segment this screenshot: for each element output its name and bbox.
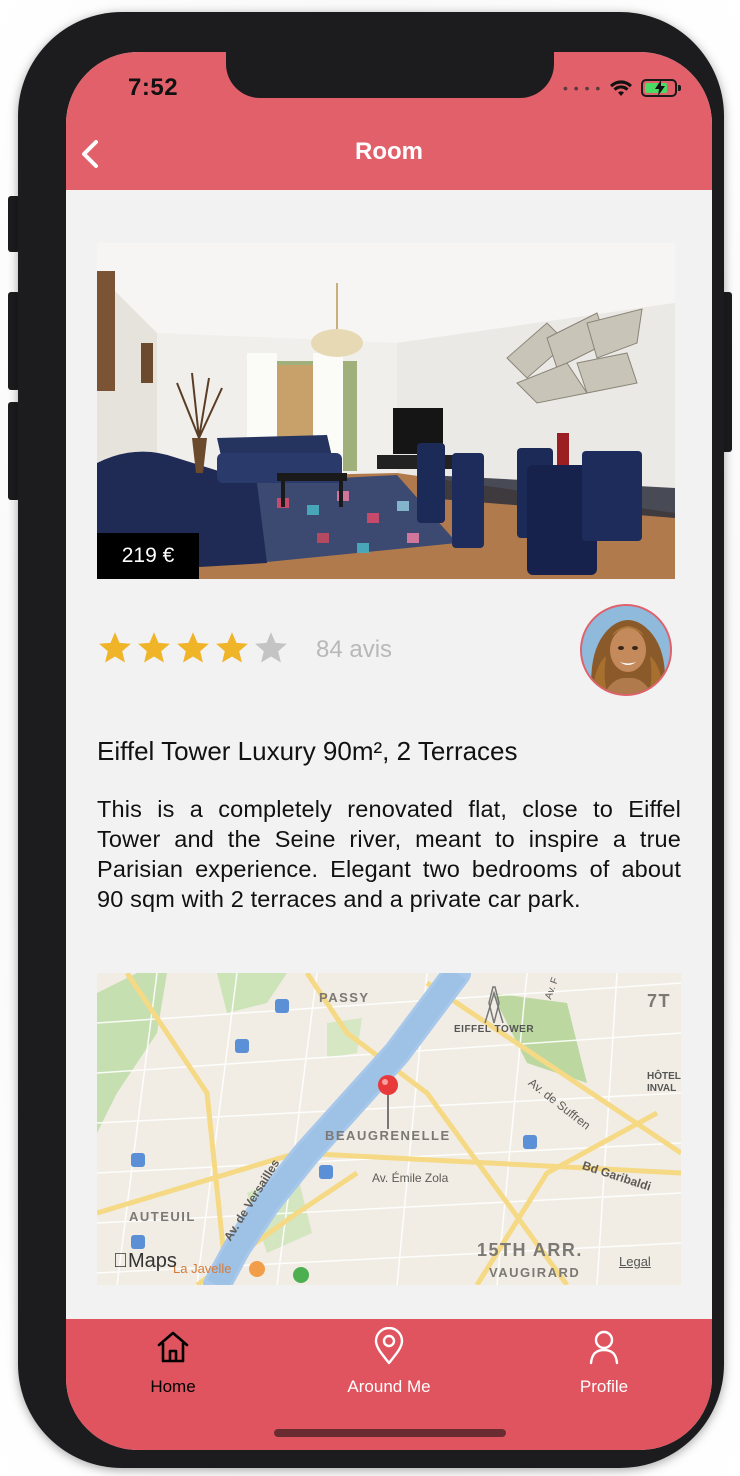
- status-time: 7:52: [128, 74, 179, 101]
- apple-maps-logo: Maps: [113, 1250, 177, 1273]
- map-label-eiffel-tower: EIFFEL TOWER: [454, 1024, 535, 1035]
- wifi-icon: [610, 80, 633, 96]
- phone-frame: 7:52 • • • • Room 219 € 84 avis Eiffel T…: [18, 12, 724, 1468]
- tab-profile-label: Profile: [579, 1377, 629, 1396]
- star-icon: [216, 632, 248, 663]
- tab-home-label: Home: [150, 1377, 196, 1396]
- battery-icon: [641, 79, 682, 97]
- status-icons: • • • •: [563, 76, 682, 100]
- location-pin-icon: [374, 1327, 404, 1365]
- star-icon: [99, 632, 131, 663]
- road-label-javelle: La Javelle: [173, 1261, 232, 1276]
- tab-around-me-label: Around Me: [347, 1377, 431, 1396]
- map-label-passy: PASSY: [319, 990, 370, 1005]
- road-label-zola: Av. Émile Zola: [372, 1171, 449, 1185]
- signal-icon: • • • •: [563, 80, 602, 96]
- map-label-15th-arr: 15TH ARR.: [477, 1240, 583, 1260]
- page-title: Room: [355, 138, 423, 165]
- map-label-beaugrenelle: BEAUGRENELLE: [325, 1128, 451, 1143]
- person-icon: [589, 1330, 619, 1365]
- price-badge: 219 €: [97, 533, 199, 579]
- map-label-inval: INVAL: [647, 1083, 677, 1094]
- tab-profile[interactable]: Profile: [524, 1327, 684, 1397]
- room-photo[interactable]: 219 €: [97, 243, 675, 579]
- apple-icon: : [113, 1250, 128, 1272]
- reviews-count: 84 avis: [316, 636, 393, 663]
- tab-around-me[interactable]: Around Me: [309, 1327, 469, 1397]
- map-view[interactable]: PASSY EIFFEL TOWER BEAUGRENELLE AUTEUIL …: [97, 973, 681, 1285]
- room-title: Eiffel Tower Luxury 90m², 2 Terraces: [97, 736, 518, 766]
- host-avatar[interactable]: [580, 604, 672, 696]
- header: 7:52 • • • • Room: [66, 52, 712, 190]
- home-icon: [157, 1331, 189, 1363]
- map-legal-link[interactable]: Legal: [619, 1254, 651, 1269]
- map-label-auteuil: AUTEUIL: [129, 1209, 196, 1224]
- map-label-hotel: HÔTEL: [647, 1071, 681, 1082]
- room-photo-image: [97, 243, 675, 579]
- maps-brand-text: Maps: [113, 1250, 177, 1272]
- rating-stars: [97, 630, 289, 666]
- room-description: This is a completely renovated flat, clo…: [97, 796, 681, 912]
- star-icon: [138, 632, 170, 663]
- star-icon: [177, 632, 209, 663]
- map-label-vaugirard: VAUGIRARD: [489, 1265, 581, 1280]
- star-empty-icon: [255, 632, 287, 663]
- map-label-7th: 7T: [647, 991, 672, 1011]
- home-indicator: [274, 1429, 506, 1437]
- notch: [226, 52, 554, 98]
- host-avatar-image: [582, 606, 670, 694]
- screen: 7:52 • • • • Room 219 € 84 avis Eiffel T…: [66, 52, 712, 1450]
- tab-home[interactable]: Home: [93, 1327, 253, 1397]
